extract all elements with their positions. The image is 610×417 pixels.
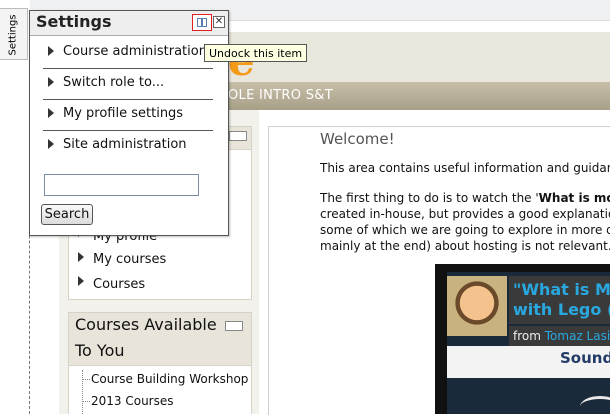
settings-item-label: Switch role to... [63,75,165,90]
video-from-label: from [513,329,541,343]
tree-tick [82,401,90,402]
video-author-link[interactable]: Tomaz Lasi [545,329,610,343]
settings-header: Settings ✕ [30,11,228,36]
settings-item-label: My profile settings [63,106,184,121]
intro-paragraph: The first thing to do is to watch the 'W… [320,190,610,254]
video-title-line2: with Lego ( [513,300,610,319]
courses-block-title: Courses Available To You [75,315,217,360]
settings-item-switch-role[interactable]: Switch role to... [30,69,228,99]
chevron-right-icon [48,46,54,56]
presenter-avatar [447,276,507,336]
close-icon[interactable]: ✕ [213,16,225,28]
settings-item-label: Course administration [63,44,207,59]
course-link[interactable]: 2013 Courses [91,394,174,408]
undock-icon [197,18,207,27]
settings-item-site-administration[interactable]: Site administration [30,131,228,161]
nav-item-courses[interactable]: Courses [93,277,145,292]
settings-search-input[interactable] [44,174,199,196]
video-author-line: from Tomaz Lasi [513,329,610,343]
video-band-text: Sounds [560,349,610,367]
chevron-right-icon [78,252,84,262]
dock-strip: Settings [0,0,30,414]
tree-line [82,370,83,414]
nav-item-my-courses[interactable]: My courses [93,252,166,267]
course-name: OLE INTRO S&T [228,88,333,103]
dock-tab-settings[interactable]: Settings [0,8,28,60]
para-line2: created in-house, but provides a good ex… [320,207,610,221]
chevron-right-icon [48,77,54,87]
para-line1-prefix: The first thing to do is to watch the ' [320,191,539,205]
para-line4: mainly at the end) about hosting is not … [320,239,610,253]
chevron-right-icon [78,276,84,286]
video-title-line1: "What is Mo [513,280,610,299]
tree-tick [82,379,90,380]
page-title: Welcome! [320,130,395,148]
navigation-dock-button[interactable] [229,131,247,141]
settings-item-my-profile-settings[interactable]: My profile settings [30,100,228,130]
video-title-link: What is mooc [538,191,610,205]
courses-dock-button[interactable] [225,321,243,331]
course-link[interactable]: Course Building Workshop [91,372,248,386]
settings-panel: Settings ✕ Course administration Switch … [29,10,229,236]
dock-tab-label: Settings [7,14,19,56]
undock-button[interactable] [192,14,212,31]
para-line3: some of which we are going to explore in… [320,223,610,237]
intro-text: This area contains useful information an… [320,161,610,175]
settings-item-course-administration[interactable]: Course administration [30,38,228,68]
search-button[interactable]: Search [41,204,93,225]
settings-item-label: Site administration [63,137,187,152]
chevron-right-icon [48,139,54,149]
chevron-right-icon [48,108,54,118]
video-title[interactable]: "What is Mo with Lego ( [513,280,610,320]
undock-tooltip: Undock this item [204,44,308,62]
settings-title: Settings [36,12,112,31]
